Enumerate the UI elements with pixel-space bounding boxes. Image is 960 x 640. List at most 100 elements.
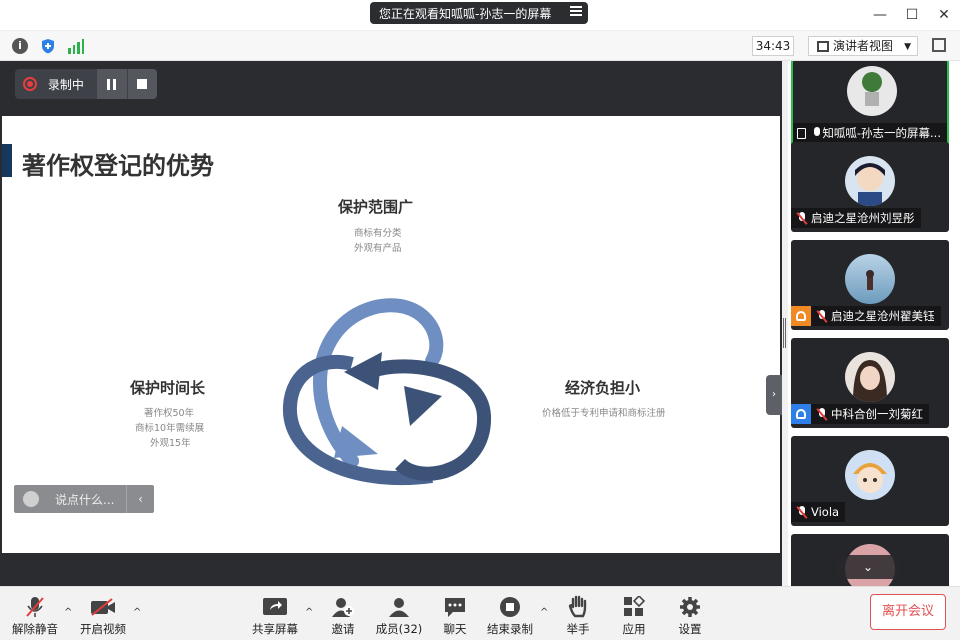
microphone-muted-icon — [796, 211, 808, 225]
users-icon — [369, 595, 429, 619]
chat-placeholder: 说点什么... — [55, 492, 115, 507]
participant-tile[interactable]: Viola — [791, 436, 949, 526]
microphone-muted-icon — [816, 407, 828, 421]
participant-tile[interactable]: 启迪之星沧州刘昱彤 — [791, 142, 949, 232]
block-left-line-3: 外观15年 — [150, 438, 191, 449]
end-recording-label: 结束录制 — [487, 622, 533, 636]
start-video-button[interactable]: 开启视频 — [73, 595, 133, 637]
chat-label: 聊天 — [443, 622, 467, 636]
share-screen-button[interactable]: 共享屏幕 — [245, 595, 305, 637]
microphone-icon — [812, 126, 821, 140]
end-recording-button[interactable]: 结束录制 — [480, 595, 540, 637]
close-button[interactable]: ✕ — [928, 0, 960, 30]
block-left-title: 保护时间长 — [130, 379, 206, 397]
invite-button[interactable]: 邀请 — [313, 595, 373, 637]
participant-tile[interactable]: 知呱呱-孙志一的屏幕... — [791, 61, 949, 149]
apps-icon — [604, 595, 664, 619]
participant-name: Viola — [811, 505, 840, 519]
apps-label: 应用 — [622, 622, 646, 636]
minimize-button[interactable]: — — [864, 0, 896, 30]
participant-name: 启迪之星沧州刘昱彤 — [811, 211, 915, 225]
stop-record-icon — [480, 595, 540, 619]
chat-button[interactable]: 聊天 — [425, 595, 485, 637]
participant-name-bar: 知呱呱-孙志一的屏幕... — [793, 123, 947, 143]
hand-icon — [548, 595, 608, 619]
participant-tile[interactable]: 中科合创一刘菊红 — [791, 338, 949, 428]
video-options-caret[interactable]: ^ — [133, 607, 141, 618]
participants-panel: 知呱呱-孙志一的屏幕... 启迪之星沧州刘昱彤 启迪之星沧州翟美钰 中科合创一刘… — [788, 61, 960, 586]
block-right-line-1: 价格低于专利申请和商标注册 — [542, 408, 666, 419]
sharing-banner-text: 您正在观看知呱呱-孙志一的屏幕 — [379, 6, 552, 21]
scroll-down-button[interactable]: ⌄ — [836, 555, 900, 579]
slide-title: 著作权登记的优势 — [22, 152, 214, 180]
window-controls: — ☐ ✕ — [864, 0, 960, 30]
pause-recording-button[interactable] — [97, 69, 127, 99]
participant-tile[interactable]: 启迪之星沧州翟美钰 — [791, 240, 949, 330]
settings-button[interactable]: 设置 — [660, 595, 720, 637]
stop-recording-button[interactable] — [127, 69, 157, 99]
view-mode-dropdown[interactable]: 演讲者视图 ▼ — [808, 36, 918, 56]
maximize-button[interactable]: ☐ — [896, 0, 928, 30]
microphone-muted-icon — [5, 595, 65, 619]
sea-avatar — [845, 254, 895, 304]
chat-icon — [425, 595, 485, 619]
participant-name: 中科合创一刘菊红 — [831, 407, 923, 421]
cycle-arrows-graphic — [282, 298, 492, 486]
share-screen-label: 共享屏幕 — [252, 622, 298, 636]
record-icon — [23, 77, 37, 91]
view-mode-label: 演讲者视图 — [833, 39, 894, 53]
raise-hand-button[interactable]: 举手 — [548, 595, 608, 637]
shared-screen: 录制中 著作权登记的优势 保护范围广 商标有分类 外观有产品 保护时间长 著作权… — [0, 61, 782, 586]
sharing-banner[interactable]: 您正在观看知呱呱-孙志一的屏幕 — [370, 2, 588, 24]
share-screen-icon — [245, 595, 305, 619]
audio-options-caret[interactable]: ^ — [64, 607, 72, 618]
block-left-line-2: 商标10年需续展 — [135, 423, 205, 434]
settings-label: 设置 — [678, 622, 702, 636]
chevron-down-icon: ▼ — [904, 42, 911, 52]
share-screen-icon — [797, 127, 807, 139]
participant-name: 知呱呱-孙志一的屏幕... — [822, 126, 941, 140]
unmute-button[interactable]: 解除静音 — [5, 595, 65, 637]
chevron-left-icon[interactable]: ‹ — [126, 485, 154, 513]
start-video-label: 开启视频 — [80, 622, 126, 636]
anime-boy-avatar — [845, 156, 895, 206]
unmute-label: 解除静音 — [12, 622, 58, 636]
signal-icon[interactable] — [68, 38, 84, 54]
invite-label: 邀请 — [331, 622, 355, 636]
block-top-title: 保护范围广 — [338, 198, 414, 216]
fullscreen-icon[interactable] — [932, 38, 946, 52]
block-top-line-1: 商标有分类 — [354, 228, 402, 239]
cycle-arrowhead-3 — [334, 426, 378, 458]
cycle-loop-right — [358, 359, 492, 481]
info-icon[interactable]: i — [12, 38, 28, 54]
participant-name-bar: Viola — [791, 502, 846, 522]
emoji-icon[interactable] — [23, 491, 39, 507]
panel-toggle-button[interactable]: › — [766, 375, 782, 415]
leave-meeting-button[interactable]: 离开会议 — [870, 594, 946, 630]
video-off-icon — [73, 595, 133, 619]
microphone-muted-icon — [816, 309, 828, 323]
speaker-view-icon — [817, 41, 829, 52]
block-left-line-1: 著作权50年 — [144, 408, 195, 419]
add-user-icon — [313, 595, 373, 619]
recording-label: 录制中 — [47, 77, 84, 92]
user-icon — [791, 306, 811, 326]
cycle-arrowhead-2 — [404, 386, 442, 426]
participant-name: 启迪之星沧州翟美钰 — [831, 309, 935, 323]
meeting-controls: 解除静音 ^ 开启视频 ^ 共享屏幕 ^ 邀请 成员(32) 聊天 结束录制 ^… — [0, 586, 960, 640]
cartoon-avatar — [845, 450, 895, 500]
title-bar: 您正在观看知呱呱-孙志一的屏幕 — ☐ ✕ — [0, 0, 960, 30]
shield-icon[interactable] — [40, 38, 56, 54]
members-button[interactable]: 成员(32) — [369, 595, 429, 637]
apps-button[interactable]: 应用 — [604, 595, 664, 637]
meeting-timer: 34:43 — [752, 36, 794, 56]
chat-input[interactable]: 说点什么... ‹ — [14, 485, 154, 513]
user-icon — [791, 404, 811, 424]
girl-avatar — [845, 352, 895, 402]
participant-name-bar: 启迪之星沧州翟美钰 — [791, 306, 941, 326]
title-accent-bar — [2, 144, 12, 177]
menu-icon[interactable] — [570, 6, 582, 18]
block-top-line-2: 外观有产品 — [354, 243, 402, 254]
microphone-muted-icon — [796, 505, 808, 519]
participant-name-bar: 中科合创一刘菊红 — [791, 404, 929, 424]
